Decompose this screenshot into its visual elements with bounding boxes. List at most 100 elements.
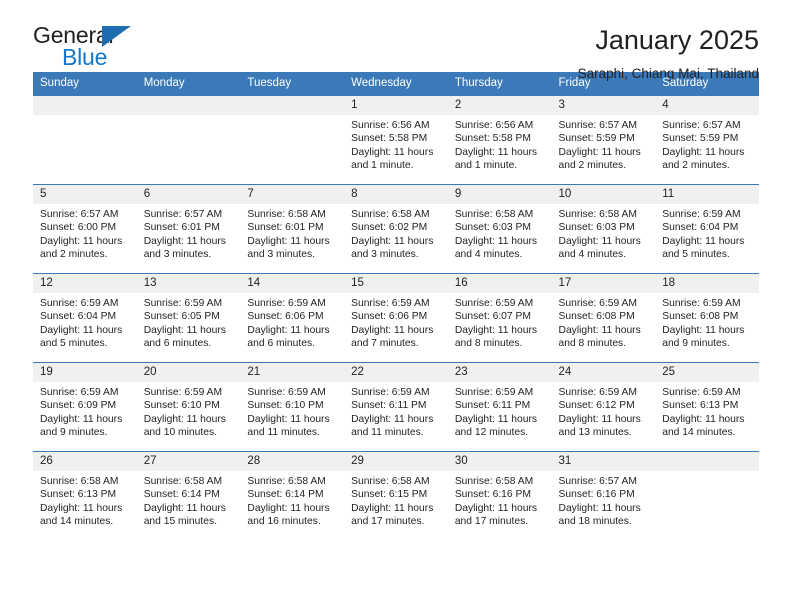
daylight-text-cont: and 15 minutes.	[143, 516, 217, 528]
day-details: Sunrise: 6:58 AM Sunset: 6:03 PM Daylight:…	[552, 204, 656, 262]
daylight-text: Daylight: 11 hours	[351, 324, 434, 336]
day-details: Sunrise: 6:59 AM Sunset: 6:11 PM Daylight:…	[344, 382, 448, 440]
calendar-day-cell[interactable]: 11 Sunrise: 6:59 AM Sunset: 6:04 PM Dayligh…	[655, 184, 759, 274]
day-number: 1	[344, 96, 448, 115]
sunrise-text: Sunrise: 6:57 AM	[143, 209, 223, 220]
day-number: 12	[33, 274, 137, 293]
day-number: 14	[240, 274, 345, 293]
calendar-day-cell[interactable]: 14 Sunrise: 6:59 AM Sunset: 6:06 PM Dayligh…	[240, 273, 345, 363]
sunrise-text: Sunrise: 6:59 AM	[454, 298, 534, 309]
calendar-day-cell[interactable]: 6 Sunrise: 6:57 AM Sunset: 6:01 PM Daylight…	[136, 184, 241, 274]
sunset-text: Sunset: 6:03 PM	[454, 222, 531, 234]
day-details: Sunrise: 6:59 AM Sunset: 6:06 PM Daylight:…	[240, 293, 344, 351]
daylight-text-cont: and 12 minutes.	[454, 427, 529, 439]
daylight-text-cont: and 3 minutes.	[143, 249, 212, 261]
daylight-text: Daylight: 11 hours	[558, 413, 641, 425]
calendar-day-cell[interactable]: 17 Sunrise: 6:59 AM Sunset: 6:08 PM Dayligh…	[551, 273, 656, 363]
calendar-day-cell[interactable]: 9 Sunrise: 6:58 AM Sunset: 6:03 PM Daylight…	[447, 184, 552, 274]
calendar-day-cell[interactable]: 30 Sunrise: 6:58 AM Sunset: 6:16 PM Dayligh…	[447, 451, 552, 541]
sunrise-text: Sunrise: 6:58 AM	[351, 209, 430, 220]
day-number: 9	[447, 185, 552, 204]
sunrise-text: Sunrise: 6:59 AM	[247, 298, 326, 309]
sunset-text: Sunset: 6:14 PM	[247, 489, 324, 501]
calendar-day-cell[interactable]: 29 Sunrise: 6:58 AM Sunset: 6:15 PM Dayligh…	[344, 451, 448, 541]
sunrise-text: Sunrise: 6:59 AM	[558, 298, 637, 309]
daylight-text: Daylight: 11 hours	[662, 235, 745, 247]
calendar-day-cell[interactable]: 21 Sunrise: 6:59 AM Sunset: 6:10 PM Dayligh…	[240, 362, 345, 452]
sunset-text: Sunset: 6:08 PM	[662, 311, 739, 323]
day-number: 8	[344, 185, 448, 204]
day-details: Sunrise: 6:58 AM Sunset: 6:14 PM Daylight:…	[240, 471, 344, 529]
day-details: Sunrise: 6:59 AM Sunset: 6:10 PM Daylight:…	[240, 382, 344, 440]
calendar-day-cell[interactable]: 18 Sunrise: 6:59 AM Sunset: 6:08 PM Dayligh…	[655, 273, 759, 363]
daylight-text-cont: and 8 minutes.	[454, 338, 523, 350]
sunrise-text: Sunrise: 6:58 AM	[143, 476, 223, 487]
sunset-text: Sunset: 6:07 PM	[454, 311, 531, 323]
sunrise-text: Sunrise: 6:59 AM	[558, 387, 637, 398]
sunrise-text: Sunrise: 6:58 AM	[247, 209, 326, 220]
calendar-day-cell[interactable]: 28 Sunrise: 6:58 AM Sunset: 6:14 PM Dayligh…	[240, 451, 345, 541]
calendar-day-cell-empty	[240, 95, 345, 185]
daylight-text-cont: and 14 minutes.	[40, 516, 114, 528]
calendar-day-cell[interactable]: 8 Sunrise: 6:58 AM Sunset: 6:02 PM Daylight…	[344, 184, 448, 274]
calendar-day-cell[interactable]: 2 Sunrise: 6:56 AM Sunset: 5:58 PM Daylight…	[447, 95, 552, 185]
calendar-day-cell[interactable]: 19 Sunrise: 6:59 AM Sunset: 6:09 PM Dayligh…	[33, 362, 137, 452]
daylight-text-cont: and 7 minutes.	[351, 338, 419, 350]
daylight-text: Daylight: 11 hours	[558, 324, 641, 336]
sunset-text: Sunset: 6:06 PM	[247, 311, 324, 323]
title-block: January 2025 Saraphi, Chiang Mai, Thaila…	[578, 22, 759, 83]
calendar-day-cell[interactable]: 10 Sunrise: 6:58 AM Sunset: 6:03 PM Dayligh…	[551, 184, 656, 274]
day-number: 22	[344, 363, 448, 382]
day-number: 24	[551, 363, 656, 382]
calendar-day-cell[interactable]: 5 Sunrise: 6:57 AM Sunset: 6:00 PM Daylight…	[33, 184, 137, 274]
calendar-day-cell[interactable]: 3 Sunrise: 6:57 AM Sunset: 5:59 PM Daylight…	[551, 95, 656, 185]
calendar-day-cell[interactable]: 27 Sunrise: 6:58 AM Sunset: 6:14 PM Dayligh…	[136, 451, 241, 541]
sunrise-text: Sunrise: 6:58 AM	[351, 476, 430, 487]
sunset-text: Sunset: 6:08 PM	[558, 311, 635, 323]
day-details: Sunrise: 6:59 AM Sunset: 6:09 PM Daylight:…	[33, 382, 137, 440]
day-details: Sunrise: 6:58 AM Sunset: 6:14 PM Daylight:…	[137, 471, 241, 529]
sunrise-text: Sunrise: 6:57 AM	[558, 120, 637, 131]
calendar-day-cell[interactable]: 23 Sunrise: 6:59 AM Sunset: 6:11 PM Dayligh…	[447, 362, 552, 452]
calendar-day-cell-empty	[136, 95, 241, 185]
calendar-day-cell[interactable]: 22 Sunrise: 6:59 AM Sunset: 6:11 PM Dayligh…	[344, 362, 448, 452]
calendar-day-cell[interactable]: 4 Sunrise: 6:57 AM Sunset: 5:59 PM Daylight…	[655, 95, 759, 185]
calendar-day-cell[interactable]: 24 Sunrise: 6:59 AM Sunset: 6:12 PM Dayligh…	[551, 362, 656, 452]
day-details: Sunrise: 6:58 AM Sunset: 6:01 PM Daylight:…	[240, 204, 344, 262]
sunset-text: Sunset: 5:58 PM	[454, 133, 531, 145]
day-details: Sunrise: 6:59 AM Sunset: 6:05 PM Daylight:…	[137, 293, 241, 351]
day-number: 28	[240, 452, 345, 471]
calendar-day-cell[interactable]: 7 Sunrise: 6:58 AM Sunset: 6:01 PM Daylight…	[240, 184, 345, 274]
daylight-text: Daylight: 11 hours	[558, 235, 641, 247]
calendar-day-cell[interactable]: 25 Sunrise: 6:59 AM Sunset: 6:13 PM Dayligh…	[655, 362, 759, 452]
daylight-text-cont: and 9 minutes.	[40, 427, 108, 439]
daylight-text-cont: and 14 minutes.	[662, 427, 736, 439]
daylight-text: Daylight: 11 hours	[454, 146, 538, 158]
calendar-day-cell[interactable]: 12 Sunrise: 6:59 AM Sunset: 6:04 PM Dayligh…	[33, 273, 137, 363]
day-number: 25	[655, 363, 759, 382]
calendar-day-cell[interactable]: 1 Sunrise: 6:56 AM Sunset: 5:58 PM Daylight…	[344, 95, 448, 185]
sunset-text: Sunset: 6:14 PM	[143, 489, 220, 501]
daylight-text-cont: and 9 minutes.	[662, 338, 730, 350]
sunset-text: Sunset: 6:09 PM	[40, 400, 117, 412]
calendar-day-cell[interactable]: 15 Sunrise: 6:59 AM Sunset: 6:06 PM Dayligh…	[344, 273, 448, 363]
calendar-week-row: 1 Sunrise: 6:56 AM Sunset: 5:58 PM Daylight…	[33, 95, 759, 185]
day-number: 4	[655, 96, 759, 115]
logo-text-blue: Blue	[62, 44, 108, 70]
daylight-text: Daylight: 11 hours	[454, 413, 538, 425]
calendar-day-cell[interactable]: 31 Sunrise: 6:57 AM Sunset: 6:16 PM Dayligh…	[551, 451, 656, 541]
weekday-header-monday: Monday	[136, 72, 241, 96]
daylight-text: Daylight: 11 hours	[351, 235, 434, 247]
calendar-day-cell[interactable]: 26 Sunrise: 6:58 AM Sunset: 6:13 PM Dayligh…	[33, 451, 137, 541]
calendar-day-cell[interactable]: 13 Sunrise: 6:59 AM Sunset: 6:05 PM Dayligh…	[136, 273, 241, 363]
day-number	[240, 96, 345, 115]
day-details: Sunrise: 6:59 AM Sunset: 6:07 PM Daylight:…	[448, 293, 552, 351]
calendar-week-row: 26 Sunrise: 6:58 AM Sunset: 6:13 PM Dayligh…	[33, 451, 759, 541]
sunset-text: Sunset: 6:04 PM	[662, 222, 739, 234]
sunset-text: Sunset: 6:11 PM	[454, 400, 531, 412]
calendar-day-cell[interactable]: 16 Sunrise: 6:59 AM Sunset: 6:07 PM Dayligh…	[447, 273, 552, 363]
day-number: 18	[655, 274, 759, 293]
calendar-day-cell[interactable]: 20 Sunrise: 6:59 AM Sunset: 6:10 PM Dayligh…	[136, 362, 241, 452]
daylight-text: Daylight: 11 hours	[454, 502, 538, 514]
sunset-text: Sunset: 6:01 PM	[247, 222, 324, 234]
